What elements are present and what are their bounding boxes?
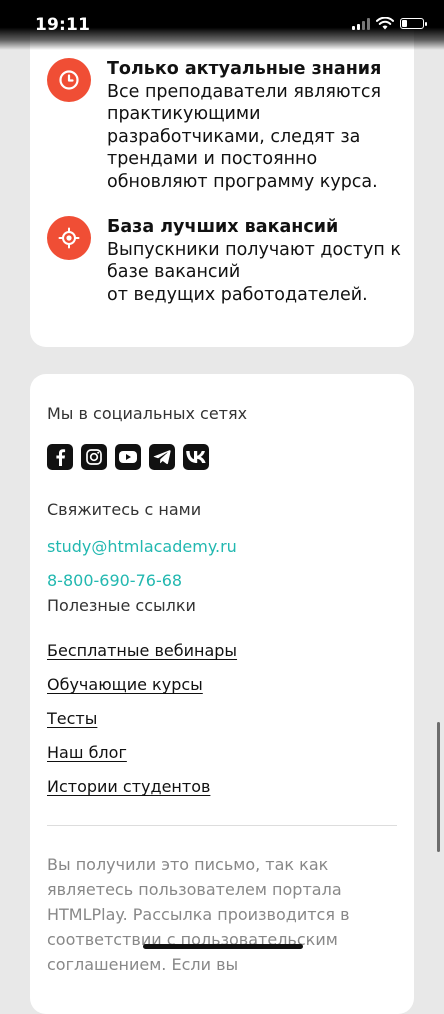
- battery-icon: [400, 18, 427, 29]
- feature-description: Все преподаватели являются практикующими…: [107, 81, 381, 192]
- link-student-stories[interactable]: Истории студентов: [47, 777, 210, 796]
- footer-card: Мы в социальных сетях Свяжитесь с нами s…: [30, 374, 414, 1014]
- social-links: [47, 444, 209, 470]
- features-card: Только актуальные знания Все преподавате…: [30, 0, 414, 347]
- link-tests[interactable]: Тесты: [47, 709, 97, 728]
- clock-icon: [47, 58, 91, 102]
- feature-title: База лучших вакансий: [107, 217, 339, 237]
- contact-heading: Свяжитесь с нами: [47, 500, 202, 519]
- scrollbar[interactable]: [437, 722, 440, 852]
- wifi-icon: [376, 17, 394, 30]
- telegram-icon[interactable]: [149, 444, 175, 470]
- facebook-icon[interactable]: [47, 444, 73, 470]
- useful-links-heading: Полезные ссылки: [47, 596, 196, 615]
- home-indicator[interactable]: [143, 944, 303, 949]
- feature-text: Только актуальные знания Все преподавате…: [107, 58, 381, 193]
- instagram-icon[interactable]: [81, 444, 107, 470]
- status-time: 19:11: [35, 15, 91, 35]
- phone-link[interactable]: 8-800-690-76-68: [47, 571, 182, 590]
- social-heading: Мы в социальных сетях: [47, 404, 248, 423]
- divider: [47, 825, 397, 826]
- feature-description: Выпускники получают доступ к базе ваканс…: [107, 239, 401, 305]
- link-free-webinars[interactable]: Бесплатные вебинары: [47, 641, 237, 660]
- link-blog[interactable]: Наш блог: [47, 743, 127, 762]
- feature-item-vacancies: База лучших вакансий Выпускники получают…: [47, 216, 402, 306]
- status-icons: [352, 17, 427, 30]
- status-bar: 19:11: [0, 0, 444, 50]
- subscription-notice: Вы получили это письмо, так как являетес…: [47, 855, 350, 974]
- feature-item-knowledge: Только актуальные знания Все преподавате…: [47, 58, 402, 193]
- link-courses[interactable]: Обучающие курсы: [47, 675, 203, 694]
- target-icon: [47, 216, 91, 260]
- feature-text: База лучших вакансий Выпускники получают…: [107, 216, 401, 306]
- youtube-icon[interactable]: [115, 444, 141, 470]
- email-link[interactable]: study@htmlacademy.ru: [47, 537, 237, 556]
- feature-title: Только актуальные знания: [107, 59, 382, 79]
- vk-icon[interactable]: [183, 444, 209, 470]
- signal-icon: [352, 17, 370, 30]
